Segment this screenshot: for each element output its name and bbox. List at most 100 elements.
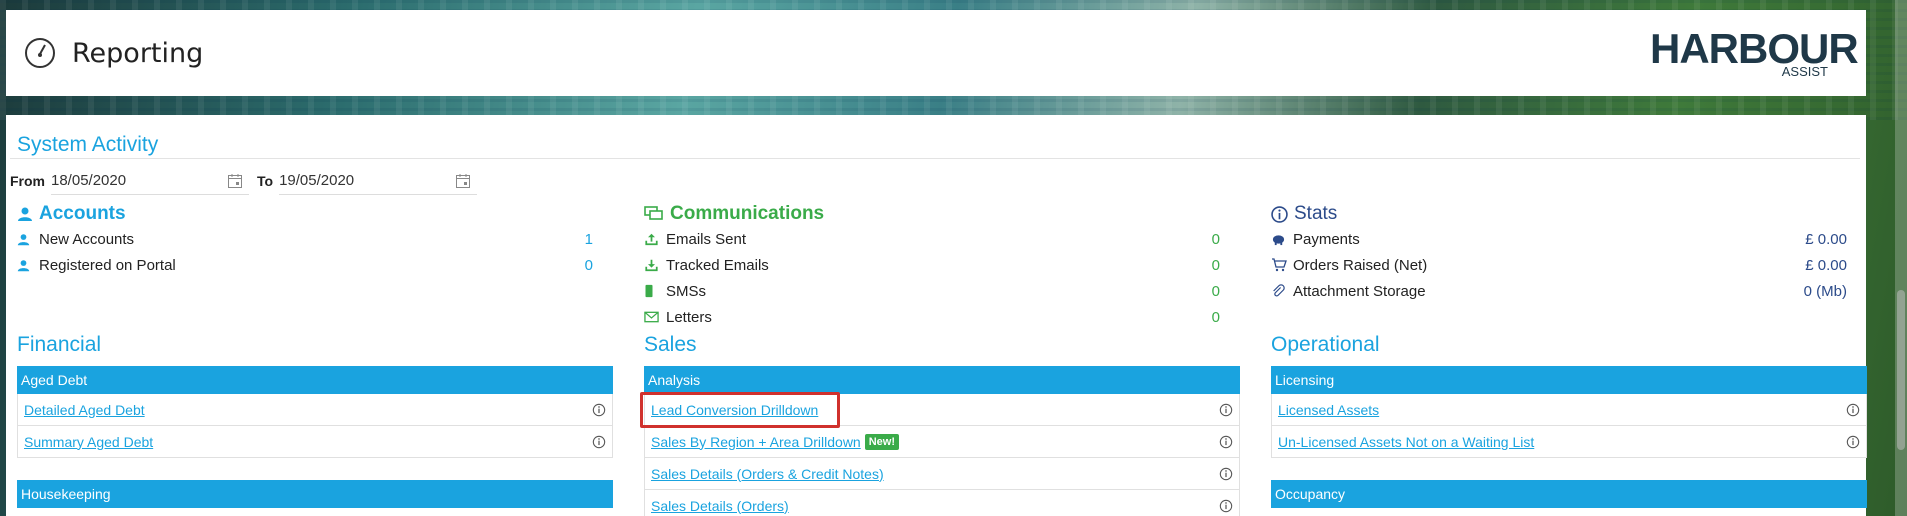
table-row: Licensed Assets bbox=[1271, 394, 1867, 426]
stat-row: New Accounts 1 bbox=[17, 226, 613, 252]
info-icon[interactable] bbox=[1219, 499, 1233, 513]
smss-value: 0 bbox=[1211, 282, 1220, 300]
system-activity-title: System Activity bbox=[17, 133, 159, 156]
attachment-storage-value: 0 (Mb) bbox=[1803, 282, 1847, 300]
calendar-icon[interactable] bbox=[455, 173, 471, 189]
page-title: Reporting bbox=[72, 37, 204, 69]
to-label: To bbox=[257, 173, 274, 189]
info-icon[interactable] bbox=[592, 403, 606, 417]
to-date-value: 19/05/2020 bbox=[279, 172, 355, 189]
accounts-title: Accounts bbox=[39, 203, 126, 224]
stat-row: SMSs 0 bbox=[644, 278, 1240, 304]
stats-section: Stats Payments £ 0.00 Orders Raised (Net… bbox=[1271, 202, 1867, 304]
communications-section: Communications Emails Sent 0 Tracked Ema… bbox=[644, 202, 1240, 330]
info-icon[interactable] bbox=[1219, 403, 1233, 417]
smss-label: SMSs bbox=[666, 282, 707, 300]
info-circle-icon bbox=[1271, 205, 1288, 223]
user-icon bbox=[17, 233, 30, 245]
sales-details-orders-credit-link[interactable]: Sales Details (Orders & Credit Notes) bbox=[651, 466, 884, 482]
info-icon[interactable] bbox=[592, 435, 606, 449]
orders-raised-label: Orders Raised (Net) bbox=[1293, 256, 1428, 274]
stats-title: Stats bbox=[1294, 203, 1338, 224]
table-row: Summary Aged Debt bbox=[17, 426, 613, 458]
piggy-bank-icon bbox=[1272, 234, 1285, 245]
licensed-assets-link[interactable]: Licensed Assets bbox=[1278, 402, 1379, 418]
table-row: Sales By Region + Area Drilldown New! bbox=[644, 426, 1240, 458]
emails-sent-label: Emails Sent bbox=[666, 230, 747, 248]
stat-row: Orders Raised (Net) £ 0.00 bbox=[1271, 252, 1867, 278]
payments-value: £ 0.00 bbox=[1805, 230, 1847, 248]
info-icon[interactable] bbox=[1219, 467, 1233, 481]
new-accounts-label: New Accounts bbox=[39, 230, 135, 248]
divider bbox=[10, 158, 1860, 159]
stats-heading: Stats bbox=[1271, 202, 1867, 226]
licensing-table: Licensing Licensed Assets Un-Licensed As… bbox=[1271, 366, 1867, 458]
stat-row: Emails Sent 0 bbox=[644, 226, 1240, 252]
housekeeping-header: Housekeeping bbox=[17, 480, 613, 508]
orders-raised-value: £ 0.00 bbox=[1805, 256, 1847, 274]
occupancy-table: Occupancy bbox=[1271, 480, 1867, 508]
letters-label: Letters bbox=[666, 308, 712, 326]
info-icon[interactable] bbox=[1846, 403, 1860, 417]
mobile-phone-icon bbox=[645, 284, 653, 298]
table-row: Un-Licensed Assets Not on a Waiting List bbox=[1271, 426, 1867, 458]
shopping-cart-icon bbox=[1272, 258, 1287, 272]
envelope-icon bbox=[644, 311, 659, 323]
stat-row: Attachment Storage 0 (Mb) bbox=[1271, 278, 1867, 304]
date-range: From 18/05/2020 To 19/05/2020 bbox=[10, 167, 485, 195]
occupancy-header: Occupancy bbox=[1271, 480, 1867, 508]
upload-tray-icon bbox=[645, 233, 658, 246]
payments-label: Payments bbox=[1293, 230, 1360, 248]
attachment-storage-label: Attachment Storage bbox=[1293, 282, 1426, 300]
table-row: Sales Details (Orders) bbox=[644, 490, 1240, 516]
info-icon[interactable] bbox=[1219, 435, 1233, 449]
tracked-emails-label: Tracked Emails bbox=[666, 256, 769, 274]
table-row: Sales Details (Orders & Credit Notes) bbox=[644, 458, 1240, 490]
chat-bubbles-icon bbox=[644, 206, 663, 220]
aged-debt-table: Aged Debt Detailed Aged Debt Summary Age… bbox=[17, 366, 613, 458]
stat-row: Letters 0 bbox=[644, 304, 1240, 330]
to-date-field[interactable]: 19/05/2020 bbox=[279, 167, 478, 195]
info-icon[interactable] bbox=[1846, 435, 1860, 449]
communications-heading: Communications bbox=[644, 202, 1240, 226]
stat-row: Tracked Emails 0 bbox=[644, 252, 1240, 278]
stat-row: Payments £ 0.00 bbox=[1271, 226, 1867, 252]
page-scrollbar[interactable] bbox=[1895, 0, 1907, 516]
emails-sent-value: 0 bbox=[1211, 230, 1220, 248]
paperclip-icon bbox=[1273, 284, 1285, 297]
calendar-icon[interactable] bbox=[227, 173, 243, 189]
download-tray-icon bbox=[645, 259, 658, 272]
sales-by-region-link[interactable]: Sales By Region + Area Drilldown bbox=[651, 434, 861, 450]
letters-value: 0 bbox=[1211, 308, 1220, 326]
communications-title: Communications bbox=[670, 203, 825, 224]
user-icon bbox=[17, 259, 30, 271]
user-icon bbox=[18, 207, 32, 221]
stat-row: Registered on Portal 0 bbox=[17, 252, 613, 278]
analysis-table: Analysis Lead Conversion Drilldown Sales… bbox=[644, 366, 1240, 516]
highlight-annotation bbox=[640, 392, 840, 428]
housekeeping-table: Housekeeping bbox=[17, 480, 613, 508]
new-accounts-value: 1 bbox=[584, 230, 593, 248]
dashboard-gauge-icon bbox=[25, 38, 55, 68]
page-header: Reporting HARBOUR ASSIST bbox=[6, 10, 1866, 96]
analysis-header: Analysis bbox=[644, 366, 1240, 394]
accounts-section: Accounts New Accounts 1 Registered on Po… bbox=[17, 202, 613, 278]
licensing-header: Licensing bbox=[1271, 366, 1867, 394]
registered-portal-label: Registered on Portal bbox=[39, 256, 176, 274]
new-badge: New! bbox=[864, 433, 900, 450]
tracked-emails-value: 0 bbox=[1211, 256, 1220, 274]
accounts-heading: Accounts bbox=[17, 202, 613, 226]
detailed-aged-debt-link[interactable]: Detailed Aged Debt bbox=[24, 402, 145, 418]
unlicensed-assets-link[interactable]: Un-Licensed Assets Not on a Waiting List bbox=[1278, 434, 1534, 450]
operational-title: Operational bbox=[1271, 333, 1380, 356]
sales-details-orders-link[interactable]: Sales Details (Orders) bbox=[651, 498, 789, 514]
summary-aged-debt-link[interactable]: Summary Aged Debt bbox=[24, 434, 153, 450]
harbour-assist-logo[interactable]: HARBOUR ASSIST bbox=[1650, 28, 1859, 79]
from-date-value: 18/05/2020 bbox=[51, 172, 127, 189]
from-date-field[interactable]: 18/05/2020 bbox=[51, 167, 249, 195]
aged-debt-header: Aged Debt bbox=[17, 366, 613, 394]
from-label: From bbox=[10, 173, 45, 189]
scrollbar-thumb[interactable] bbox=[1897, 290, 1905, 450]
financial-title: Financial bbox=[17, 333, 102, 356]
sales-title: Sales bbox=[644, 333, 697, 356]
